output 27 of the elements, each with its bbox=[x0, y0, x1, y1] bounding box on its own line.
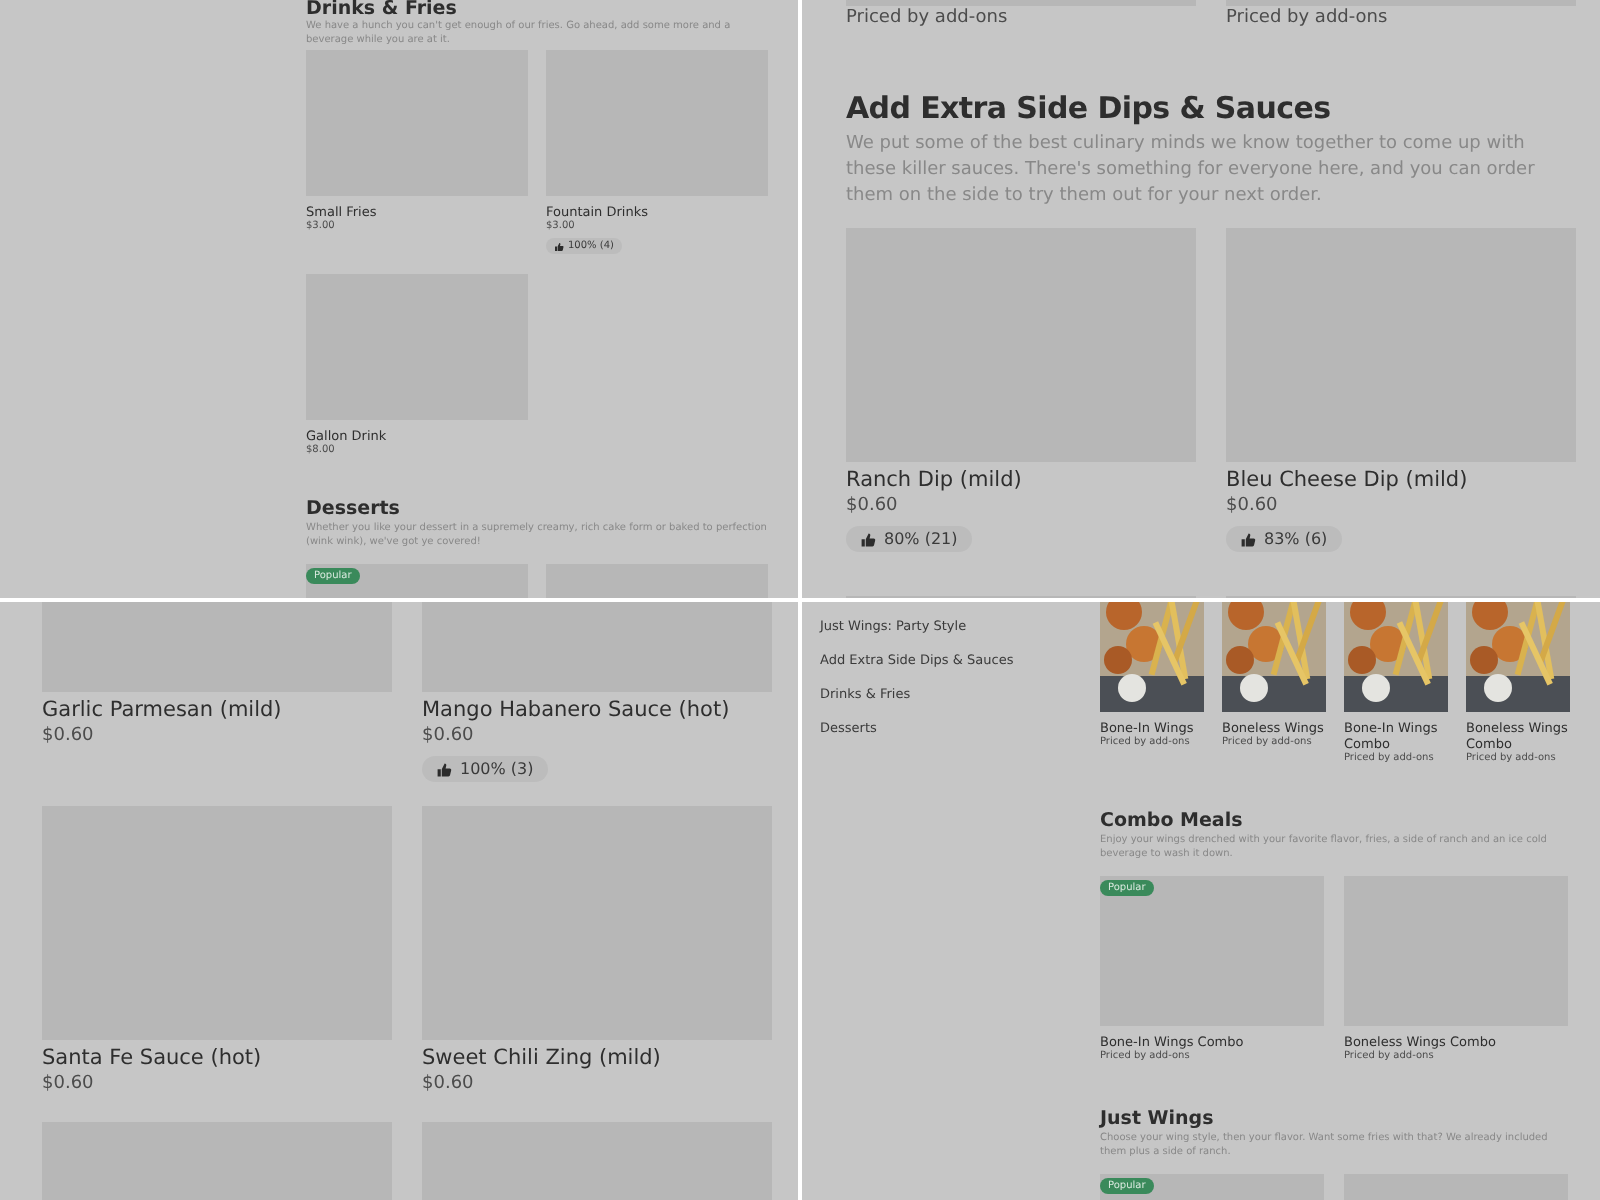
section-title: Just Wings bbox=[1100, 1108, 1216, 1132]
item-price: $0.60 bbox=[846, 494, 900, 520]
item-name[interactable]: Mango Habanero Sauce (hot) bbox=[422, 696, 772, 724]
item-name[interactable]: Sweet Chili Zing (mild) bbox=[422, 1044, 772, 1072]
item-price: $0.60 bbox=[422, 1072, 476, 1098]
item-name[interactable]: Santa Fe Sauce (hot) bbox=[42, 1044, 392, 1072]
rating-text: 80% (21) bbox=[884, 530, 958, 548]
thumbs-up-icon bbox=[1240, 531, 1256, 547]
item-name[interactable]: Bleu Cheese Dip (mild) bbox=[1226, 466, 1576, 494]
item-price: $0.60 bbox=[422, 724, 476, 750]
thumbs-up-icon bbox=[554, 241, 564, 251]
item-name[interactable]: Ranch Dip (mild) bbox=[846, 466, 1196, 494]
item-price: $0.60 bbox=[42, 724, 96, 750]
item-price: Priced by add-ons bbox=[846, 6, 1010, 32]
thumbs-up-icon bbox=[436, 761, 452, 777]
item-price: $0.60 bbox=[42, 1072, 96, 1098]
item-price: Priced by add-ons bbox=[1226, 6, 1390, 32]
section-description: We put some of the best culinary minds we know together to come up with these killer sauces. There's something for everyone here, and you can order them on the side to try them out for your next order. bbox=[846, 132, 1537, 210]
section-title: Combo Meals bbox=[1100, 810, 1245, 834]
section-title: Desserts bbox=[306, 498, 402, 522]
thumbs-up-icon bbox=[860, 531, 876, 547]
section-title: Add Extra Side Dips & Sauces bbox=[846, 88, 1333, 128]
item-name[interactable]: Garlic Parmesan (mild) bbox=[42, 696, 392, 724]
item-price: $0.60 bbox=[1226, 494, 1280, 520]
section-title: Drinks & Fries bbox=[306, 0, 459, 20]
rating-text: 83% (6) bbox=[1264, 530, 1328, 548]
rating-text: 100% (3) bbox=[460, 760, 534, 778]
